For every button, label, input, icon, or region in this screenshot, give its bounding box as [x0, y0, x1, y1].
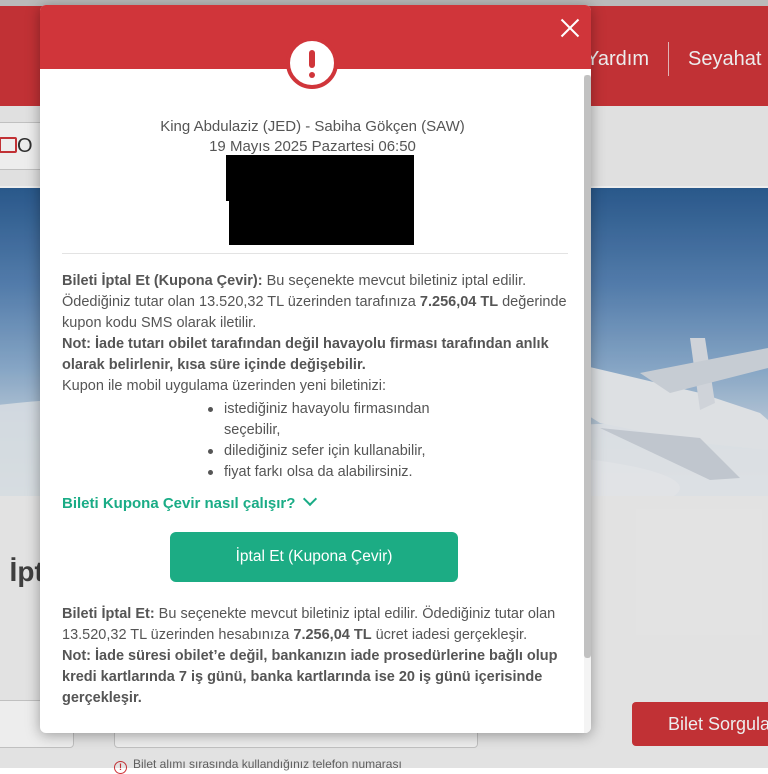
chevron-down-icon — [303, 491, 318, 507]
refund-title: Bileti İptal Et: — [62, 606, 155, 622]
redacted-block — [226, 155, 414, 245]
coupon-description: Bileti İptal Et (Kupona Çevir): Bu seçen… — [62, 271, 572, 397]
convert-to-coupon-button[interactable]: İptal Et (Kupona Çevir) — [170, 532, 458, 582]
coupon-benefits-list: istediğiniz havayolu firmasından seçebil… — [208, 399, 468, 483]
cancel-ticket-modal: King Abdulaziz (JED) - Sabiha Gökçen (SA… — [40, 5, 591, 733]
refund-text-end: ücret iadesi gerçekleşir. — [371, 627, 528, 643]
how-it-works-label: Bileti Kupona Çevir nasıl çalışır? — [62, 495, 296, 512]
refund-description: Bileti İptal Et: Bu seçenekte mevcut bil… — [62, 604, 572, 709]
divider — [62, 253, 568, 254]
refund-note: Not: İade süresi obilet’e değil, bankanı… — [62, 648, 558, 706]
bullets-intro: Kupon ile mobil uygulama üzerinden yeni … — [62, 378, 387, 394]
close-icon[interactable] — [557, 15, 583, 41]
flight-route: King Abdulaziz (JED) - Sabiha Gökçen (SA… — [160, 118, 465, 135]
refund-amount: 7.256,04 TL — [293, 627, 372, 643]
how-it-works-link[interactable]: Bileti Kupona Çevir nasıl çalışır? — [62, 491, 318, 512]
coupon-amount: 7.256,04 TL — [419, 294, 499, 310]
list-item: dilediğiniz sefer için kullanabilir, — [208, 441, 468, 462]
coupon-note: Not: İade tutarı obilet tarafından değil… — [62, 336, 549, 373]
exclamation-circle-icon — [286, 37, 338, 89]
list-item: istediğiniz havayolu firmasından seçebil… — [208, 399, 468, 441]
modal-body[interactable]: King Abdulaziz (JED) - Sabiha Gökçen (SA… — [40, 91, 580, 733]
flight-date: 19 Mayıs 2025 Pazartesi 06:50 — [209, 138, 416, 155]
list-item: fiyat farkı olsa da alabilirsiniz. — [208, 462, 468, 483]
scrollbar-thumb[interactable] — [584, 75, 591, 658]
coupon-title: Bileti İptal Et (Kupona Çevir): — [62, 273, 263, 289]
